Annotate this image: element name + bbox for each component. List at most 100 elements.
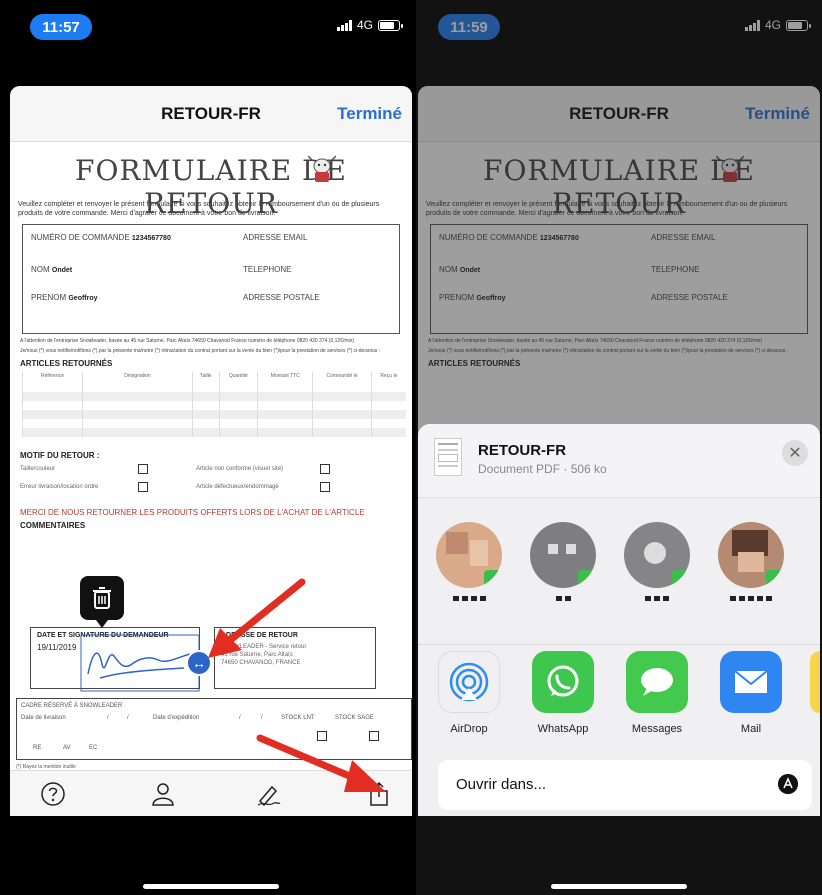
app-icon-messages [626, 651, 688, 713]
avatar [530, 522, 596, 588]
close-share-button[interactable]: ✕ [782, 440, 808, 466]
app-airdrop[interactable]: AirDrop [436, 651, 502, 735]
col-header: Commandé le [312, 372, 372, 392]
reserve-slash: / [239, 715, 241, 721]
notice-text: Je/nous (*) vous notifie/notifions (*) p… [20, 348, 381, 354]
col-header: Désignation [82, 372, 193, 392]
whatsapp-badge-icon [578, 570, 596, 588]
trash-icon [93, 587, 111, 609]
reserve-title: CADRE RÉSERVÉ À SNOWLEADER [21, 703, 123, 709]
app-messages[interactable]: Messages [624, 651, 690, 735]
motif-checkbox[interactable] [320, 464, 330, 474]
share-file-info: Document PDF · 506 ko [478, 462, 607, 476]
reserve-stock-lnt: STOCK LNT [281, 715, 315, 721]
navbar: RETOUR-FR Terminé [10, 86, 412, 142]
share-header: RETOUR-FR Document PDF · 506 ko ✕ [418, 424, 820, 498]
app-mail[interactable]: Mail [718, 651, 784, 735]
pdf-thumbnail [434, 438, 462, 476]
app-partial-next[interactable] [810, 651, 820, 713]
articles-title: ARTICLES RETOURNÉS [20, 359, 113, 368]
motif-checkbox[interactable] [138, 482, 148, 492]
whatsapp-badge-icon [766, 570, 784, 588]
reserve-code: RE [33, 745, 42, 751]
motif-label: Taille/couleur [20, 466, 56, 472]
app-whatsapp[interactable]: WhatsApp [530, 651, 596, 735]
reserve-code: EC [89, 745, 98, 751]
order-number-field: NUMÉRO DE COMMANDE 1234567780 [31, 233, 171, 242]
person-icon[interactable] [150, 781, 176, 807]
motif-checkbox[interactable] [138, 464, 148, 474]
app-icon-whatsapp [532, 651, 594, 713]
avatar [718, 522, 784, 588]
merci-notice: MERCI DE NOUS RETOURNER LES PRODUITS OFF… [20, 508, 365, 517]
reserve-date-receipt: Date de livraison [21, 715, 66, 721]
reserve-slash: / [107, 715, 109, 721]
motif-title: MOTIF DU RETOUR : [20, 451, 100, 460]
pdf-document: FORMULAIRE DE RETOUR Veuillez compléter … [10, 142, 412, 538]
signal-icon [336, 19, 352, 31]
reserve-stock-sage: STOCK SAGE [335, 715, 374, 721]
name-field: NOM Ondet [31, 265, 73, 274]
app-label: AirDrop [450, 723, 488, 735]
cow-mascot-icon [308, 155, 336, 182]
reserve-code: AV [63, 745, 71, 751]
app-label: WhatsApp [537, 723, 589, 735]
red-arrow-icon [208, 578, 306, 658]
status-indicators: 4G [336, 18, 403, 32]
pdf-sheet: RETOUR-FR Terminé FORMULAIRE DE RETOUR V… [10, 86, 412, 816]
col-header: Montant TTC [257, 372, 313, 392]
status-time: 11:57 [30, 14, 92, 40]
phone-right: 11:59 4G RETOUR-FR Terminé FORMULAIRE DE… [416, 0, 822, 895]
col-header: Quantité [218, 372, 258, 392]
col-header: Taille [192, 372, 220, 392]
attention-text: A l'attention de l'entreprise Snowleader… [20, 338, 355, 344]
motif-label: Erreur livraison/location ordre [20, 484, 99, 490]
app-store-icon [778, 774, 798, 794]
open-in-label: Ouvrir dans... [456, 776, 547, 793]
customer-info-box: NUMÉRO DE COMMANDE 1234567780 ADRESSE EM… [22, 224, 400, 334]
whatsapp-icon [547, 665, 579, 697]
share-file-name: RETOUR-FR [478, 442, 567, 459]
network-label: 4G [356, 18, 373, 32]
contact-item[interactable] [436, 522, 502, 601]
whatsapp-badge-icon [484, 570, 502, 588]
reserve-slash: / [261, 715, 263, 721]
open-in-button[interactable]: Ouvrir dans... [438, 760, 812, 810]
app-label: Messages [631, 723, 683, 735]
avatar [624, 522, 690, 588]
motif-options: Taille/couleur Erreur livraison/location… [20, 464, 402, 504]
motif-label: Article défectueux/endommagé [196, 484, 279, 490]
avatar [436, 522, 502, 588]
motif-checkbox[interactable] [320, 482, 330, 492]
col-header: Reçu le [370, 372, 406, 392]
doc-title: FORMULAIRE DE RETOUR [14, 154, 408, 220]
comments-title: COMMENTAIRES [20, 521, 86, 530]
postal-field: ADRESSE POSTALE [243, 293, 320, 302]
app-label: Mail [740, 723, 762, 735]
app-icon-mail [720, 651, 782, 713]
envelope-icon [734, 670, 768, 693]
whatsapp-badge-icon [672, 570, 690, 588]
phone-left: 11:57 4G RETOUR-FR Terminé FORMULAIRE DE… [8, 0, 414, 895]
airdrop-contacts-row [418, 514, 820, 624]
phone-field: TELEPHONE [243, 265, 292, 274]
contact-name-pixelated [624, 596, 690, 601]
battery-icon [378, 19, 403, 31]
home-indicator[interactable] [551, 884, 687, 889]
share-sheet: RETOUR-FR Document PDF · 506 ko ✕ AirDro… [418, 424, 820, 816]
firstname-field: PRENOM Geoffroy [31, 293, 98, 302]
home-indicator[interactable] [143, 884, 279, 889]
reserve-date-shipping: Date d'expédition [153, 715, 200, 721]
contact-item[interactable] [530, 522, 596, 601]
contact-item[interactable] [718, 522, 784, 601]
col-header: Référence [22, 372, 83, 392]
delete-signature-button[interactable] [80, 576, 124, 628]
help-icon[interactable] [40, 781, 66, 807]
reserve-slash: / [127, 715, 129, 721]
signature-drawing[interactable] [80, 634, 200, 692]
red-arrow-icon [256, 734, 386, 792]
done-button[interactable]: Terminé [337, 104, 402, 124]
contact-item[interactable] [624, 522, 690, 601]
contact-name-pixelated [530, 596, 596, 601]
share-apps-row: AirDrop WhatsApp Messages Mail [418, 644, 820, 744]
